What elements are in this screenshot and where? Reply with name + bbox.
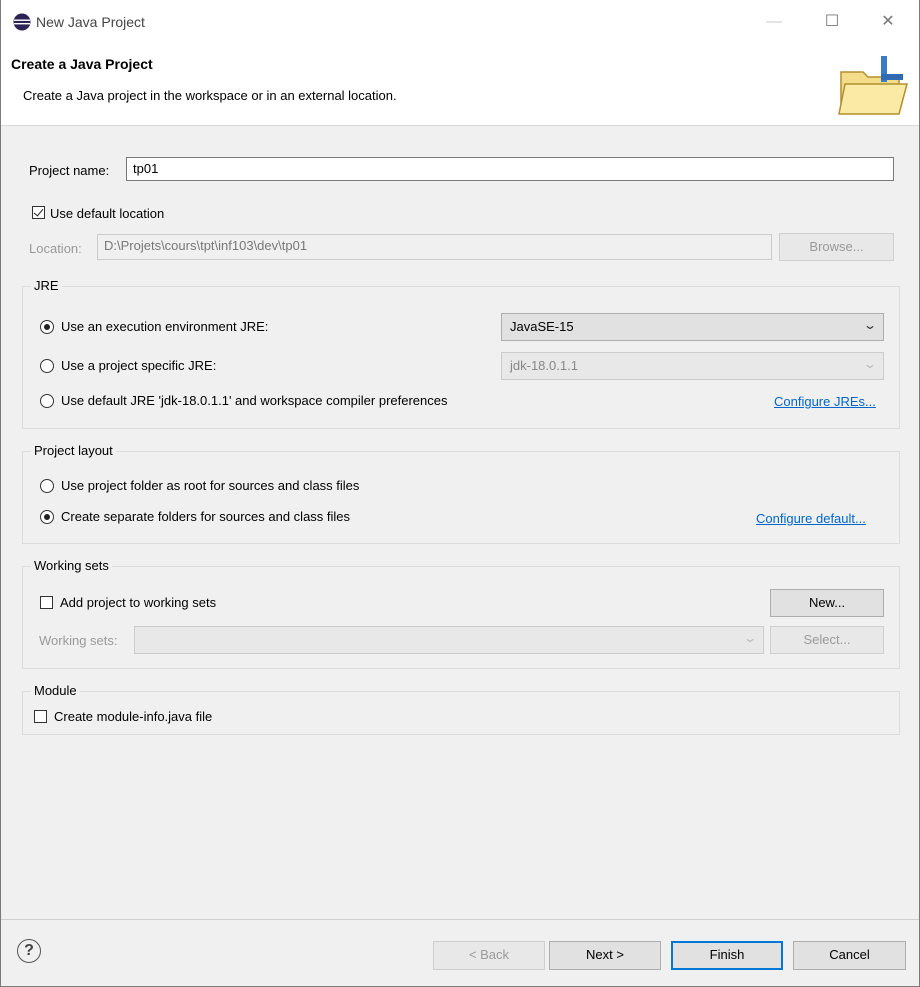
window-title: New Java Project — [36, 14, 145, 30]
project-specific-jre-select[interactable]: jdk-18.0.1.1 ⌄ — [501, 352, 884, 380]
use-default-location-checkbox[interactable] — [32, 206, 45, 219]
create-module-info-checkbox[interactable] — [34, 710, 47, 723]
finish-button[interactable]: Finish — [671, 941, 783, 970]
minimize-button[interactable]: — — [751, 8, 797, 36]
project-specific-jre-value: jdk-18.0.1.1 — [510, 358, 578, 373]
wizard-banner: Create a Java Project Create a Java proj… — [1, 44, 919, 126]
new-working-set-button[interactable]: New... — [770, 589, 884, 617]
separate-folders-label: Create separate folders for sources and … — [61, 509, 351, 524]
use-default-location-label: Use default location — [50, 206, 165, 221]
execution-env-label: Use an execution environment JRE: — [61, 319, 269, 334]
add-to-working-sets-label: Add project to working sets — [60, 595, 217, 610]
page-description: Create a Java project in the workspace o… — [23, 88, 397, 103]
chevron-down-icon: ⌄ — [862, 318, 878, 332]
jre-group-title: JRE — [31, 278, 62, 293]
location-input[interactable]: D:\Projets\cours\tpt\inf103\dev\tp01 — [97, 234, 772, 260]
project-root-radio[interactable] — [40, 479, 54, 493]
module-group-title: Module — [31, 683, 80, 698]
title-bar: New Java Project — ☐ ✕ — [1, 0, 919, 44]
location-label: Location: — [29, 241, 82, 256]
browse-button[interactable]: Browse... — [779, 233, 894, 261]
working-sets-group-title: Working sets — [31, 558, 112, 573]
working-sets-label: Working sets: — [39, 633, 118, 648]
help-icon[interactable]: ? — [17, 939, 41, 963]
execution-env-select[interactable]: JavaSE-15 ⌄ — [501, 313, 884, 341]
new-folder-icon — [838, 56, 908, 115]
footer-divider — [1, 919, 919, 920]
default-jre-label: Use default JRE 'jdk-18.0.1.1' and works… — [61, 393, 448, 408]
next-button[interactable]: Next > — [549, 941, 661, 970]
project-name-input[interactable]: tp01 — [126, 157, 894, 181]
dialog-window: New Java Project — ☐ ✕ Create a Java Pro… — [0, 0, 920, 987]
configure-default-link[interactable]: Configure default... — [756, 511, 866, 526]
chevron-down-icon: ⌄ — [862, 357, 878, 371]
execution-env-radio[interactable] — [40, 320, 54, 334]
execution-env-value: JavaSE-15 — [510, 319, 574, 334]
working-sets-select[interactable]: ⌄ — [134, 626, 764, 654]
maximize-button[interactable]: ☐ — [809, 8, 855, 36]
separate-folders-radio[interactable] — [40, 510, 54, 524]
default-jre-radio[interactable] — [40, 394, 54, 408]
project-layout-group-title: Project layout — [31, 443, 116, 458]
close-button[interactable]: ✕ — [865, 8, 911, 36]
select-working-sets-button[interactable]: Select... — [770, 626, 884, 654]
project-specific-jre-label: Use a project specific JRE: — [61, 358, 217, 373]
page-title: Create a Java Project — [11, 56, 153, 72]
eclipse-icon — [13, 13, 31, 31]
add-to-working-sets-checkbox[interactable] — [40, 596, 53, 609]
project-specific-jre-radio[interactable] — [40, 359, 54, 373]
chevron-down-icon: ⌄ — [742, 631, 758, 645]
cancel-button[interactable]: Cancel — [793, 941, 906, 970]
create-module-info-label: Create module-info.java file — [54, 709, 213, 724]
configure-jres-link[interactable]: Configure JREs... — [774, 394, 876, 409]
project-layout-group — [22, 451, 900, 544]
back-button[interactable]: < Back — [433, 941, 545, 970]
project-name-label: Project name: — [29, 163, 110, 178]
project-root-label: Use project folder as root for sources a… — [61, 478, 360, 493]
